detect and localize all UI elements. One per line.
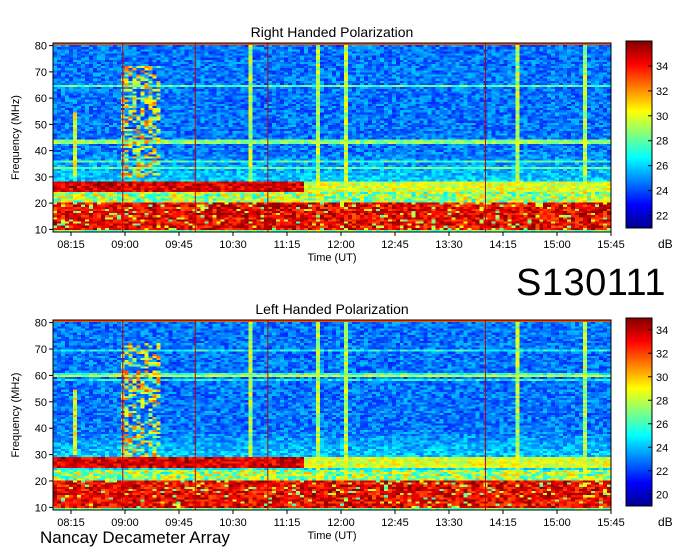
x-tick-label: 13:30 — [435, 239, 463, 251]
x-tick-label: 11:15 — [274, 239, 301, 251]
colorbar-label: dB — [658, 237, 673, 251]
y-tick-label: 30 — [35, 172, 47, 184]
colorbar-tick-label: 32 — [656, 348, 668, 360]
x-tick-label: 12:00 — [327, 239, 355, 251]
y-tick-label: 50 — [35, 397, 47, 409]
y-tick-label: 30 — [35, 450, 47, 462]
x-tick-label: 09:45 — [165, 239, 193, 251]
y-axis-label: Frequency (MHz) — [10, 373, 22, 458]
y-tick-label: 70 — [35, 344, 47, 356]
spectrogram-image — [53, 43, 611, 232]
colorbar-tick-label: 26 — [656, 419, 668, 431]
colorbar-tick-label: 22 — [656, 466, 668, 478]
x-tick-label: 15:00 — [543, 239, 571, 251]
y-tick-label: 60 — [35, 370, 47, 382]
colorbar-tick-label: 22 — [656, 211, 668, 223]
chart-title: Left Handed Polarization — [255, 301, 408, 317]
colorbar — [625, 40, 653, 229]
x-tick-label: 15:45 — [597, 239, 625, 251]
colorbar-tick-label: 28 — [656, 395, 668, 407]
instrument-label: Nancay Decameter Array — [40, 528, 230, 547]
spectrogram-panel-2: Left Handed Polarization 10 20 30 40 50 60 70 80… — [10, 301, 673, 542]
colorbar-tick-label: 24 — [656, 186, 668, 198]
x-tick-label: 11:15 — [274, 517, 301, 529]
x-axis-label: Time (UT) — [307, 252, 356, 264]
x-tick-label: 15:45 — [597, 517, 625, 529]
y-tick-label: 70 — [35, 67, 47, 79]
y-tick-label: 60 — [35, 93, 47, 105]
y-tick-label: 80 — [35, 41, 47, 53]
y-tick-label: 10 — [35, 502, 47, 514]
x-axis-label: Time (UT) — [307, 530, 356, 542]
colorbar-tick-label: 32 — [656, 86, 668, 98]
x-tick-label: 14:15 — [489, 239, 517, 251]
colorbar — [625, 317, 653, 507]
y-tick-label: 20 — [35, 476, 47, 488]
y-tick-label: 10 — [35, 224, 47, 236]
x-tick-label: 14:15 — [489, 517, 517, 529]
colorbar-tick-label: 28 — [656, 136, 668, 148]
x-tick-label: 08:15 — [57, 239, 85, 251]
colorbar-tick-label: 30 — [656, 111, 668, 123]
x-tick-label: 10:30 — [219, 239, 247, 251]
y-axis-label: Frequency (MHz) — [10, 95, 22, 180]
colorbar-tick-label: 26 — [656, 161, 668, 173]
x-tick-label: 12:45 — [381, 517, 409, 529]
colorbar-tick-label: 20 — [656, 489, 668, 501]
spectrogram-panel-1: Right Handed Polarization 10 20 30 40 50 60 70 8… — [10, 24, 673, 264]
colorbar-tick-label: 24 — [656, 442, 668, 454]
x-tick-label: 12:45 — [381, 239, 409, 251]
colorbar-tick-label: 34 — [656, 61, 668, 73]
y-tick-label: 20 — [35, 198, 47, 210]
y-tick-label: 40 — [35, 423, 47, 435]
spectrogram-image — [53, 320, 611, 510]
observation-id: S130111 — [516, 262, 667, 304]
x-tick-label: 15:00 — [543, 517, 571, 529]
y-tick-label: 80 — [35, 318, 47, 330]
x-tick-label: 12:00 — [327, 517, 355, 529]
colorbar-label: dB — [658, 515, 673, 529]
x-tick-label: 09:00 — [111, 239, 139, 251]
chart-title: Right Handed Polarization — [251, 24, 414, 40]
y-tick-label: 50 — [35, 119, 47, 131]
colorbar-tick-label: 34 — [656, 325, 668, 337]
colorbar-tick-label: 30 — [656, 372, 668, 384]
y-tick-label: 40 — [35, 146, 47, 158]
x-tick-label: 13:30 — [435, 517, 463, 529]
